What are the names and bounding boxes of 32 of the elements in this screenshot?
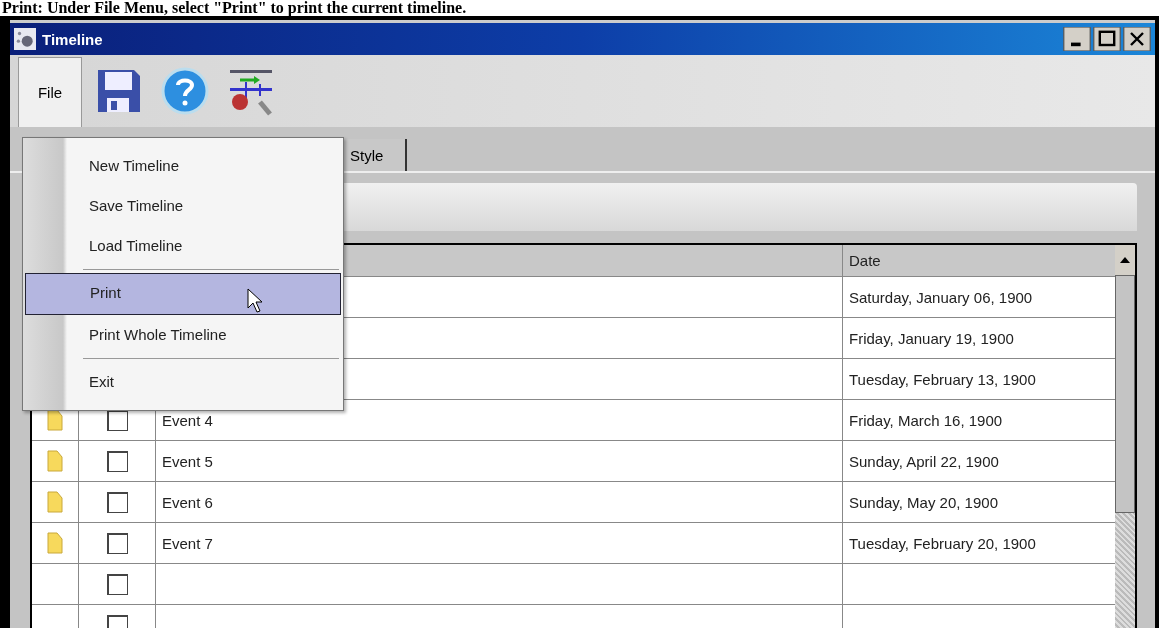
table-cell: Sunday, May 20, 1900	[849, 493, 998, 511]
table-cell: Sunday, April 22, 1900	[849, 452, 999, 470]
scroll-up-button[interactable]	[1115, 245, 1135, 275]
app-icon	[14, 28, 36, 50]
mouse-pointer-icon	[247, 288, 263, 314]
table-cell: Friday, January 19, 1900	[849, 329, 1014, 347]
menu-item[interactable]: Save Timeline	[25, 186, 341, 226]
caption-text: Print: Under File Menu, select "Print" to print the current timeline.	[1, 0, 468, 16]
menu-item[interactable]: Exit	[25, 362, 341, 402]
menu-item[interactable]: Print Whole Timeline	[25, 315, 341, 355]
checkbox[interactable]	[106, 409, 128, 431]
table-cell: Event 7	[162, 534, 213, 552]
table-cell: Tuesday, February 13, 1900	[849, 370, 1036, 388]
table-cell: Event 5	[162, 452, 213, 470]
file-menu[interactable]: File	[18, 57, 82, 127]
help-icon[interactable]	[160, 66, 210, 116]
checkbox[interactable]	[106, 532, 128, 554]
menu-item[interactable]: Print	[25, 273, 341, 315]
scrollbar[interactable]	[1115, 245, 1135, 628]
menu-item[interactable]: Load Timeline	[25, 226, 341, 266]
checkbox[interactable]	[106, 491, 128, 513]
table-cell: Event 6	[162, 493, 213, 511]
table-cell: Event 4	[162, 411, 213, 429]
maximize-button[interactable]	[1093, 27, 1121, 51]
checkbox[interactable]	[106, 573, 128, 595]
checkbox[interactable]	[106, 450, 128, 472]
table-cell: Saturday, January 06, 1900	[849, 288, 1033, 306]
table-cell: Tuesday, February 20, 1900	[849, 534, 1036, 552]
window-title: Timeline	[42, 30, 103, 48]
close-button[interactable]	[1123, 27, 1151, 51]
table-cell: Friday, March 16, 1900	[849, 411, 1003, 429]
minimize-button[interactable]	[1063, 27, 1091, 51]
